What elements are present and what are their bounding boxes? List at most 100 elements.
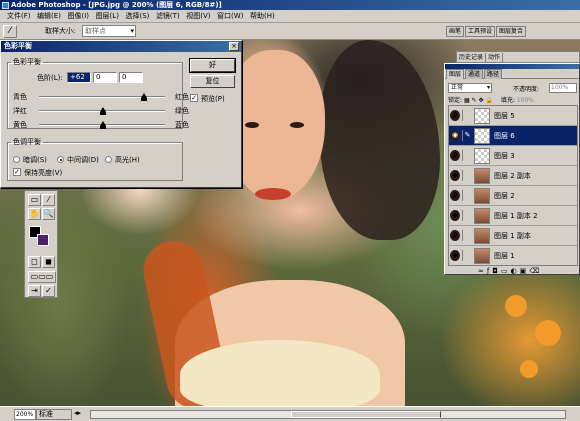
- menu-edit[interactable]: 编辑(E): [35, 10, 63, 22]
- slider-cyan-red[interactable]: 青色 红色: [13, 92, 189, 102]
- zoom-field[interactable]: 200%: [14, 409, 36, 420]
- eye-icon[interactable]: ◉: [450, 150, 460, 161]
- screen-mode-field[interactable]: 标准: [36, 409, 72, 420]
- slider-thumb-cyan-red[interactable]: [141, 93, 147, 101]
- link-icon[interactable]: ∞: [478, 267, 487, 275]
- eye-icon[interactable]: ◉: [450, 250, 460, 261]
- link-slot[interactable]: [462, 230, 472, 241]
- tab-layer-comps[interactable]: 图层复合: [496, 26, 527, 37]
- reset-button[interactable]: 复位: [190, 75, 235, 88]
- lock-transparency-icon[interactable]: ▦: [464, 97, 470, 104]
- brush-icon[interactable]: ✎: [462, 130, 472, 141]
- link-slot[interactable]: [462, 150, 472, 161]
- eye-icon[interactable]: ◉: [450, 230, 460, 241]
- layer-row[interactable]: ◉ 图层 1: [449, 246, 577, 265]
- lock-move-icon[interactable]: ✥: [479, 97, 484, 104]
- zoom-tool-icon[interactable]: 🔍: [42, 208, 55, 220]
- layer-row[interactable]: ◉ 图层 3: [449, 146, 577, 166]
- tab-channels[interactable]: 通道: [465, 69, 484, 79]
- quick-mask-icon[interactable]: ◼: [42, 256, 55, 268]
- jump-to-imageready-icon[interactable]: ⇥: [28, 285, 41, 297]
- tone-balance-legend: 色调平衡: [13, 138, 41, 146]
- menu-layer[interactable]: 图层(L): [94, 10, 121, 22]
- levels-input-yellow-blue[interactable]: 0: [119, 72, 143, 83]
- menu-select[interactable]: 选择(S): [123, 10, 151, 22]
- eye-icon[interactable]: ◉: [450, 210, 460, 221]
- sample-size-select[interactable]: 取样点: [82, 25, 136, 37]
- eye-icon[interactable]: ◉: [450, 110, 460, 121]
- slider-label-red: 红色: [175, 93, 189, 101]
- slider-label-blue: 蓝色: [175, 121, 189, 129]
- photo-lips: [255, 188, 291, 200]
- adjustment-layer-icon[interactable]: ◐: [510, 267, 519, 275]
- menu-image[interactable]: 图像(I): [65, 10, 91, 22]
- layer-thumbnail: [474, 228, 490, 244]
- slider-yellow-blue[interactable]: 黄色 蓝色: [13, 120, 189, 130]
- scroll-arrows-icon[interactable]: ◂▸: [74, 409, 81, 417]
- layer-name: 图层 6: [494, 132, 515, 140]
- hand-tool-icon[interactable]: ✋: [28, 208, 41, 220]
- layer-row-selected[interactable]: ◉ ✎ 图层 6: [449, 126, 577, 146]
- horizontal-scrollbar[interactable]: [90, 410, 566, 419]
- layer-row[interactable]: ◉ 图层 1 副本 2: [449, 206, 577, 226]
- mask-icon[interactable]: ◘: [492, 267, 501, 275]
- opacity-input[interactable]: 100%: [549, 83, 577, 93]
- link-slot[interactable]: [462, 110, 472, 121]
- eye-icon[interactable]: ◉: [450, 170, 460, 181]
- checkmark-icon[interactable]: ✓: [42, 285, 55, 297]
- lock-paint-icon[interactable]: ✎: [472, 97, 477, 104]
- menu-window[interactable]: 窗口(W): [215, 10, 245, 22]
- tab-paths[interactable]: 路径: [484, 69, 503, 79]
- eye-icon[interactable]: ◉: [450, 130, 460, 141]
- layer-row[interactable]: ◉ 图层 5: [449, 106, 577, 126]
- layer-row[interactable]: ◉ 图层 2 副本: [449, 166, 577, 186]
- new-layer-icon[interactable]: ▣: [520, 267, 530, 275]
- preserve-luminosity-checkbox[interactable]: ✓: [13, 168, 21, 176]
- layer-thumbnail: [474, 248, 490, 264]
- layer-name: 图层 1: [494, 252, 515, 260]
- radio-shadows[interactable]: [13, 156, 20, 163]
- trash-icon[interactable]: ⌫: [529, 267, 542, 275]
- eye-icon[interactable]: ◉: [450, 190, 460, 201]
- tab-layers[interactable]: 图层: [446, 69, 465, 79]
- levels-input-cyan-red[interactable]: +62: [67, 72, 91, 83]
- ok-button[interactable]: 好: [189, 58, 236, 73]
- link-slot[interactable]: [462, 250, 472, 261]
- close-icon[interactable]: ×: [229, 42, 239, 51]
- levels-input-magenta-green[interactable]: 0: [93, 72, 117, 83]
- tab-tool-presets[interactable]: 工具预设: [465, 26, 496, 37]
- tab-actions[interactable]: 动作: [486, 53, 504, 63]
- menu-view[interactable]: 视图(V): [184, 10, 212, 22]
- layer-thumbnail: [474, 168, 490, 184]
- standard-mode-icon[interactable]: ◻: [28, 256, 41, 268]
- tab-brushes[interactable]: 画笔: [446, 26, 465, 37]
- link-slot[interactable]: [462, 190, 472, 201]
- slider-thumb-magenta-green[interactable]: [100, 107, 106, 115]
- slider-magenta-green[interactable]: 洋红 绿色: [13, 106, 189, 116]
- menu-file[interactable]: 文件(F): [5, 10, 33, 22]
- screen-mode-icon[interactable]: ▭▭▭: [28, 271, 56, 283]
- levels-label: 色阶(L):: [37, 74, 63, 82]
- radio-highlights[interactable]: [105, 156, 112, 163]
- preview-checkbox[interactable]: ✓: [190, 94, 198, 102]
- window-title: Adobe Photoshop - [JPG.jpg @ 200% (图层 6,…: [11, 1, 222, 9]
- menu-help[interactable]: 帮助(H): [248, 10, 277, 22]
- notes-tool-icon[interactable]: ▭: [28, 194, 41, 206]
- link-slot[interactable]: [462, 170, 472, 181]
- layer-row[interactable]: ◉ 图层 2: [449, 186, 577, 206]
- slider-thumb-yellow-blue[interactable]: [100, 121, 106, 129]
- lock-all-icon[interactable]: 🔒: [485, 97, 492, 104]
- radio-midtones[interactable]: [57, 156, 64, 163]
- tab-history[interactable]: 历史记录: [457, 53, 487, 63]
- menu-filter[interactable]: 滤镜(T): [154, 10, 182, 22]
- background-color-swatch[interactable]: [37, 234, 49, 246]
- photo-floral-top: [180, 340, 380, 406]
- link-slot[interactable]: [462, 210, 472, 221]
- scrollbar-thumb[interactable]: [291, 411, 441, 418]
- eyedropper-icon[interactable]: ⁄: [3, 25, 17, 38]
- eyedropper-tool-icon[interactable]: ⁄: [42, 194, 55, 206]
- blend-mode-select[interactable]: 正常: [448, 83, 492, 93]
- layer-row[interactable]: ◉ 图层 1 副本: [449, 226, 577, 246]
- preserve-luminosity-label: 保持亮度(V): [24, 169, 63, 177]
- fill-input[interactable]: 100%: [517, 97, 534, 104]
